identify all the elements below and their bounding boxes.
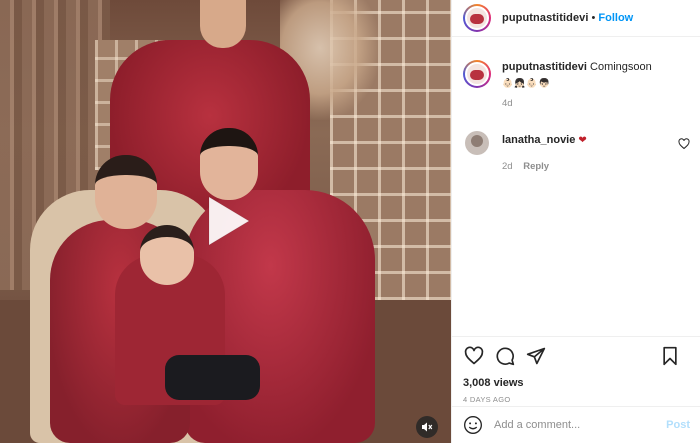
speaker-muted-icon[interactable] [416,416,438,438]
caption-avatar[interactable] [463,60,491,88]
post-actions: 3,008 views 4 DAYS AGO [452,336,700,406]
comment-input[interactable] [494,419,667,431]
child-legs [165,355,260,400]
caption-text: Comingsoon [590,61,652,73]
list-item: lanatha_novie ❤ [463,131,690,155]
post-video[interactable] [0,0,451,443]
comment-meta: 2d Reply [502,161,690,172]
comment-bubble-icon[interactable] [494,345,516,367]
caption-username[interactable]: puputnastitidevi [502,61,587,73]
views-count[interactable]: 3,008 views [463,377,690,389]
post-button[interactable]: Post [666,419,690,431]
bookmark-icon[interactable] [659,345,681,367]
person-standing-head [200,0,246,48]
follow-button[interactable]: Follow [598,12,633,24]
header-separator: • [591,12,596,24]
comment-age: 2d [502,161,513,172]
comment-text: ❤ [578,135,587,146]
reply-button[interactable]: Reply [523,161,549,172]
person-seated-right-head [200,128,258,200]
caption-age: 4d [502,98,513,109]
add-comment-bar: Post [452,406,700,443]
post-date: 4 DAYS AGO [463,395,511,404]
child-head [140,225,194,285]
commenter-avatar[interactable] [465,131,489,155]
caption: puputnastitidevi Comingsoon 👶🏻👧🏻👶🏻👦🏻 [463,60,690,90]
paper-plane-icon[interactable] [525,345,547,367]
post-header: puputnastitidevi • Follow [452,0,700,37]
play-icon[interactable] [195,191,255,251]
comment-like-icon[interactable] [678,137,690,150]
post-side-panel: puputnastitidevi • Follow puputnastitide… [451,0,700,443]
heart-outline-icon[interactable] [463,345,485,367]
avatar[interactable] [463,4,491,32]
person-seated-left-head [95,155,157,229]
smiley-icon[interactable] [463,415,483,435]
commenter-username[interactable]: lanatha_novie [502,134,575,146]
caption-emojis: 👶🏻👧🏻👶🏻👦🏻 [502,78,551,88]
comments-list[interactable]: puputnastitidevi Comingsoon 👶🏻👧🏻👶🏻👦🏻 4d … [452,38,700,336]
header-username[interactable]: puputnastitidevi [502,12,589,24]
